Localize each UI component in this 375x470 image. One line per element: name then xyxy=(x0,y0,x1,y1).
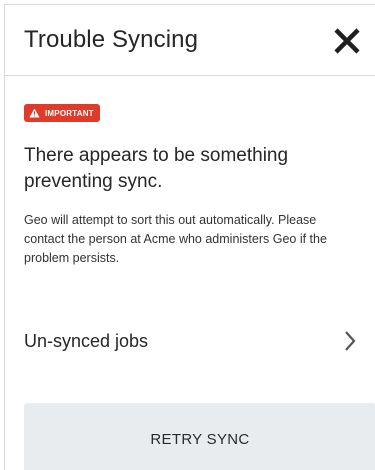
trouble-syncing-dialog: Trouble Syncing IMPORTANT There appears … xyxy=(4,4,375,470)
unsynced-jobs-label: Un-synced jobs xyxy=(24,331,149,351)
unsynced-jobs-row[interactable]: Un-synced jobs xyxy=(5,317,375,365)
chevron-right-icon xyxy=(343,330,357,352)
message-body: Geo will attempt to sort this out automa… xyxy=(24,213,327,265)
close-icon xyxy=(334,28,360,54)
badge-label: IMPORTANT xyxy=(45,108,94,118)
close-button[interactable] xyxy=(331,25,363,57)
important-badge: IMPORTANT xyxy=(24,104,100,122)
warning-triangle-icon xyxy=(29,108,40,118)
dialog-title: Trouble Syncing xyxy=(24,26,199,53)
retry-sync-label: RETRY SYNC xyxy=(150,430,250,448)
dialog-header: Trouble Syncing xyxy=(5,5,375,76)
retry-sync-button[interactable]: RETRY SYNC xyxy=(24,403,375,470)
message-headline: There appears to be something preventing… xyxy=(24,145,289,192)
